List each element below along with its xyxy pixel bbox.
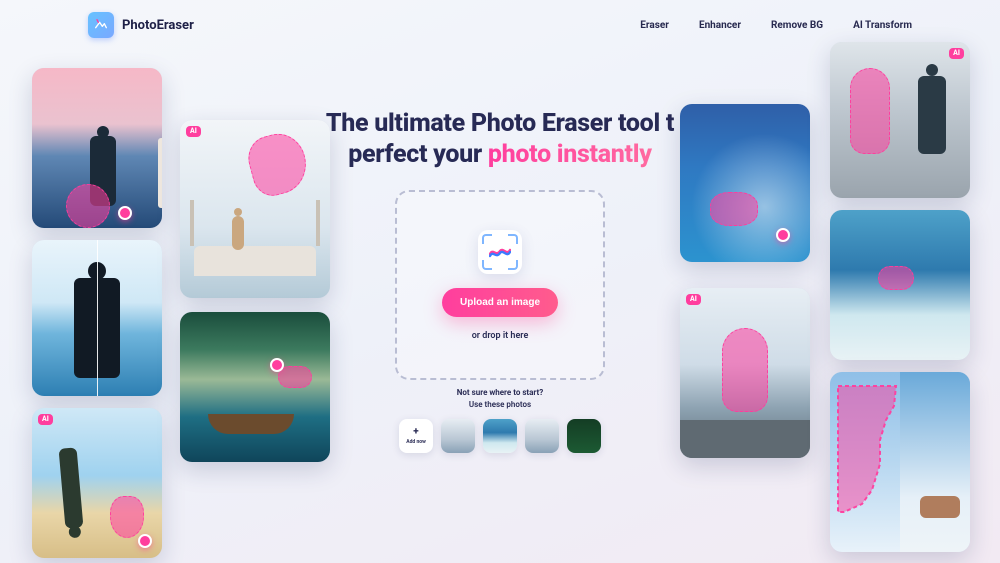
upload-button[interactable]: Upload an image (442, 288, 558, 317)
upload-subtext: or drop it here (472, 331, 529, 341)
suggestions-line2: Use these photos (399, 400, 601, 409)
gallery-card-cloud-split[interactable] (830, 372, 970, 552)
primary-nav: Eraser Enhancer Remove BG AI Transform (640, 20, 912, 31)
suggestions-row: + Add now (399, 419, 601, 453)
hero-line2a: perfect your (348, 140, 488, 169)
nav-link-ai-transform[interactable]: AI Transform (853, 20, 912, 31)
suggestion-add-button[interactable]: + Add now (399, 419, 433, 453)
hero-headline: The ultimate Photo Eraser tool t perfect… (300, 108, 700, 171)
suggestion-thumb-4[interactable] (567, 419, 601, 453)
ai-badge: AI (686, 294, 701, 305)
hero-line2b: photo instantly (488, 140, 652, 169)
header: PhotoEraser Eraser Enhancer Remove BG AI… (0, 12, 1000, 38)
ai-badge: AI (38, 414, 53, 425)
gallery-card-friends[interactable]: AI (830, 42, 970, 198)
upload-preview-icon (478, 230, 522, 274)
hero-line1: The ultimate Photo Eraser tool t (326, 109, 674, 138)
nav-link-remove-bg[interactable]: Remove BG (771, 20, 823, 31)
gallery-card-canoe[interactable] (180, 312, 330, 462)
suggestions-line1: Not sure where to start? (399, 388, 601, 397)
suggestions: Not sure where to start? Use these photo… (399, 388, 601, 453)
ai-badge: AI (186, 126, 201, 137)
brand-logo-icon (88, 12, 114, 38)
gallery-card-handstand[interactable]: AI (32, 408, 162, 558)
brand-name: PhotoEraser (122, 18, 194, 33)
gallery-card-surfer[interactable] (32, 68, 162, 228)
suggestion-add-label: Add now (406, 439, 426, 445)
gallery-card-overlook[interactable]: AI (680, 288, 810, 458)
suggestion-thumb-1[interactable] (441, 419, 475, 453)
nav-link-enhancer[interactable]: Enhancer (699, 20, 741, 31)
upload-dropzone[interactable]: Upload an image or drop it here (395, 190, 605, 380)
gallery-card-jacket[interactable] (32, 240, 162, 396)
gallery-card-wave[interactable] (830, 210, 970, 360)
suggestion-thumb-3[interactable] (525, 419, 559, 453)
plus-icon: + (413, 427, 418, 437)
brand[interactable]: PhotoEraser (88, 12, 194, 38)
suggestion-thumb-2[interactable] (483, 419, 517, 453)
nav-link-eraser[interactable]: Eraser (640, 20, 669, 31)
ai-badge: AI (949, 48, 964, 59)
